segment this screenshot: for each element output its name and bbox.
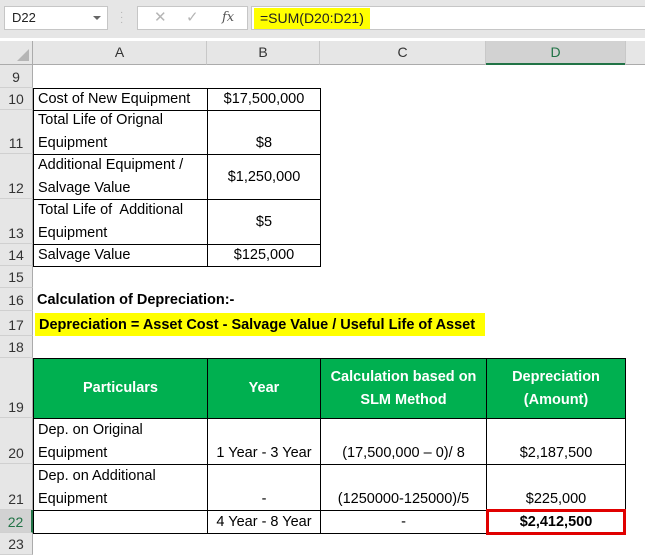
particulars-line1: Dep. on Original <box>38 422 143 438</box>
row-header-12[interactable]: 12 <box>0 154 33 199</box>
formula-input[interactable]: =SUM(D20:D21) <box>251 6 645 30</box>
header-dep-line2: (Amount) <box>523 391 589 408</box>
table-row-22-year[interactable]: 4 Year - 8 Year <box>207 510 321 534</box>
row-header-23[interactable]: 23 <box>0 533 33 555</box>
column-header-e[interactable] <box>625 41 645 65</box>
name-box-value: D22 <box>12 10 36 25</box>
table-row-20-year[interactable]: 1 Year - 3 Year <box>207 418 321 465</box>
header-year-text: Year <box>248 380 280 397</box>
total-amount-text: $2,412,500 <box>519 514 593 530</box>
header-particulars[interactable]: Particulars <box>33 358 208 419</box>
input-label-line1: Total Life of Additional <box>38 202 184 218</box>
input-value: $8 <box>255 134 273 151</box>
formula-note-text: Depreciation = Asset Cost - Salvage Valu… <box>39 316 476 333</box>
formula-note[interactable]: Depreciation = Asset Cost - Salvage Valu… <box>35 313 485 336</box>
formula-bar: D22 · · · ✕ ✓ fx =SUM(D20:D21) <box>0 0 645 38</box>
row-header-19[interactable]: 19 <box>0 358 33 418</box>
particulars-line2: Equipment <box>38 444 108 461</box>
particulars-line1: Dep. on Additional <box>38 468 156 484</box>
header-calc-line2: SLM Method <box>360 391 447 408</box>
table-row-21-particulars[interactable]: Dep. on Additional Equipment <box>33 464 208 511</box>
calc-text: (1250000-125000)/5 <box>337 490 470 507</box>
table-row-22-calc[interactable]: - <box>320 510 487 534</box>
calc-text: - <box>401 513 406 530</box>
table-row-21-amount[interactable]: $225,000 <box>486 464 626 511</box>
grip-icon: · · · <box>120 7 124 28</box>
row-header-9[interactable]: 9 <box>0 65 33 88</box>
input-label-line2: Salvage Value <box>38 179 131 196</box>
column-header-d[interactable]: D <box>486 41 625 65</box>
row-header-15[interactable]: 15 <box>0 266 33 288</box>
row-header-22[interactable]: 22 <box>0 510 33 533</box>
cell-a10[interactable]: Cost of New Equipment <box>33 88 208 111</box>
cell-b11[interactable]: $8 <box>207 110 321 155</box>
input-label-line1: Additional Equipment / <box>38 157 184 173</box>
header-depreciation[interactable]: Depreciation (Amount) <box>486 358 626 419</box>
year-text: 4 Year - 8 Year <box>216 513 312 530</box>
input-label-line2: Equipment <box>38 134 108 151</box>
amount-text: $2,187,500 <box>519 444 593 461</box>
table-row-21-year[interactable]: - <box>207 464 321 511</box>
header-year[interactable]: Year <box>207 358 321 419</box>
select-all-button[interactable] <box>0 41 33 65</box>
cell-a14[interactable]: Salvage Value <box>33 244 208 267</box>
name-box[interactable]: D22 <box>4 6 108 30</box>
input-value: $5 <box>255 213 273 230</box>
input-label: Salvage Value <box>38 246 131 263</box>
table-row-22-particulars[interactable] <box>33 510 208 534</box>
table-row-20-particulars[interactable]: Dep. on Original Equipment <box>33 418 208 465</box>
row-header-20[interactable]: 20 <box>0 418 33 464</box>
input-label: Cost of New Equipment <box>38 90 191 107</box>
cell-b12[interactable]: $1,250,000 <box>207 154 321 200</box>
calc-text: (17,500,000 – 0)/ 8 <box>342 444 465 461</box>
input-value: $1,250,000 <box>227 168 301 185</box>
enter-icon[interactable]: ✓ <box>186 7 199 29</box>
total-depreciation-cell[interactable]: $2,412,500 <box>486 509 626 535</box>
row-header-11[interactable]: 11 <box>0 110 33 154</box>
chevron-down-icon[interactable] <box>93 16 101 20</box>
input-value: $17,500,000 <box>223 90 305 107</box>
table-row-20-amount[interactable]: $2,187,500 <box>486 418 626 465</box>
input-value: $125,000 <box>233 246 295 263</box>
formula-text: =SUM(D20:D21) <box>254 8 370 29</box>
cancel-icon[interactable]: ✕ <box>154 7 167 29</box>
row-header-17[interactable]: 17 <box>0 311 33 336</box>
year-text: - <box>261 490 267 507</box>
header-particulars-text: Particulars <box>83 380 158 397</box>
header-calculation[interactable]: Calculation based on SLM Method <box>320 358 487 419</box>
particulars-line2: Equipment <box>38 490 108 507</box>
column-header-c[interactable]: C <box>320 41 486 65</box>
row-header-16[interactable]: 16 <box>0 288 33 311</box>
column-header-b[interactable]: B <box>207 41 320 65</box>
cell-b13[interactable]: $5 <box>207 199 321 245</box>
table-row-20-calc[interactable]: (17,500,000 – 0)/ 8 <box>320 418 487 465</box>
row-header-18[interactable]: 18 <box>0 336 33 358</box>
table-row-21-calc[interactable]: (1250000-125000)/5 <box>320 464 487 511</box>
formula-buttons: ✕ ✓ fx <box>137 6 248 30</box>
cell-a12[interactable]: Additional Equipment / Salvage Value <box>33 154 208 200</box>
column-header-a[interactable]: A <box>33 41 207 65</box>
section-title[interactable]: Calculation of Depreciation:- <box>33 288 433 311</box>
amount-text: $225,000 <box>525 490 587 507</box>
cell-b10[interactable]: $17,500,000 <box>207 88 321 111</box>
row-header-10[interactable]: 10 <box>0 88 33 110</box>
row-header-13[interactable]: 13 <box>0 199 33 244</box>
header-dep-line1: Depreciation <box>512 369 600 385</box>
cell-a11[interactable]: Total Life of Orignal Equipment <box>33 110 208 155</box>
row-header-14[interactable]: 14 <box>0 244 33 266</box>
year-text: 1 Year - 3 Year <box>216 444 312 461</box>
row-header-21[interactable]: 21 <box>0 464 33 510</box>
input-label-line1: Total Life of Orignal <box>38 112 163 128</box>
cell-a13[interactable]: Total Life of Additional Equipment <box>33 199 208 245</box>
input-label-line2: Equipment <box>38 224 108 241</box>
header-calc-line1: Calculation based on <box>330 369 477 385</box>
section-title-text: Calculation of Depreciation:- <box>37 291 235 308</box>
cell-b14[interactable]: $125,000 <box>207 244 321 267</box>
insert-function-icon[interactable]: fx <box>222 7 234 29</box>
